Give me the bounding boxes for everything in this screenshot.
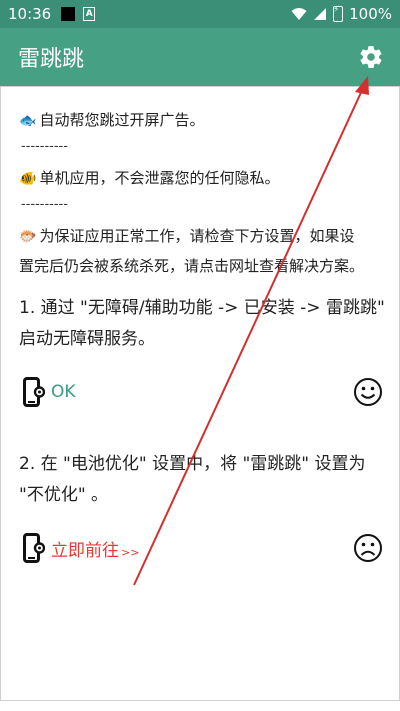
smile-icon <box>354 378 382 406</box>
step-2-text: 2. 在 "电池优化" 设置中，将 "雷跳跳" 设置为 "不优化" 。 <box>19 454 366 505</box>
status-ok-label: OK <box>51 382 76 402</box>
intro-line-3a: 🐡 为保证应用正常工作，请检查下方设置，如果设 <box>19 227 355 245</box>
tropical-fish-icon: 🐠 <box>19 171 37 187</box>
app-title: 雷跳跳 <box>18 47 85 72</box>
intro-line-2: 🐠 单机应用，不会泄露您的任何隐私。 <box>19 169 280 187</box>
frown-icon <box>354 534 382 562</box>
phone-settings-icon <box>23 377 45 407</box>
app-bar: 雷跳跳 <box>0 28 400 86</box>
go-now-link[interactable]: 立即前往 >> <box>51 536 139 561</box>
step-2-status-row[interactable]: 立即前往 >> <box>23 531 383 565</box>
gear-icon[interactable] <box>358 44 384 70</box>
double-chevron-icon: >> <box>121 545 140 559</box>
intro-line-3b: 置完后仍会被系统杀死，请点击网址查看解决方案。 <box>19 257 365 275</box>
intro-line-1: 🐟 自动帮您跳过开屏广告。 <box>19 111 205 129</box>
separator-2: ---------- <box>21 197 68 212</box>
battery-icon <box>333 5 344 22</box>
status-time: 10:36 <box>8 5 52 23</box>
blowfish-icon: 🐡 <box>19 229 37 245</box>
status-bar: 10:36 A 100% <box>0 0 400 28</box>
fish-icon: 🐟 <box>19 113 37 129</box>
status-right-group: 100% <box>291 5 392 23</box>
step-1-text: 1. 通过 "无障碍/辅助功能 -> 已安装 -> 雷跳跳" 启动无障碍服务。 <box>19 298 385 349</box>
battery-percent: 100% <box>349 5 392 23</box>
signal-icon <box>314 8 327 20</box>
separator-1: ---------- <box>21 139 68 154</box>
phone-settings-icon <box>23 533 45 563</box>
notification-a-icon: A <box>83 7 96 21</box>
notification-black-square-icon <box>61 7 76 21</box>
content-card: 🐟 自动帮您跳过开屏广告。 ---------- 🐠 单机应用，不会泄露您的任何隐私… <box>0 86 400 701</box>
step-1-status-row[interactable]: OK <box>23 375 383 409</box>
wifi-icon <box>291 8 307 20</box>
